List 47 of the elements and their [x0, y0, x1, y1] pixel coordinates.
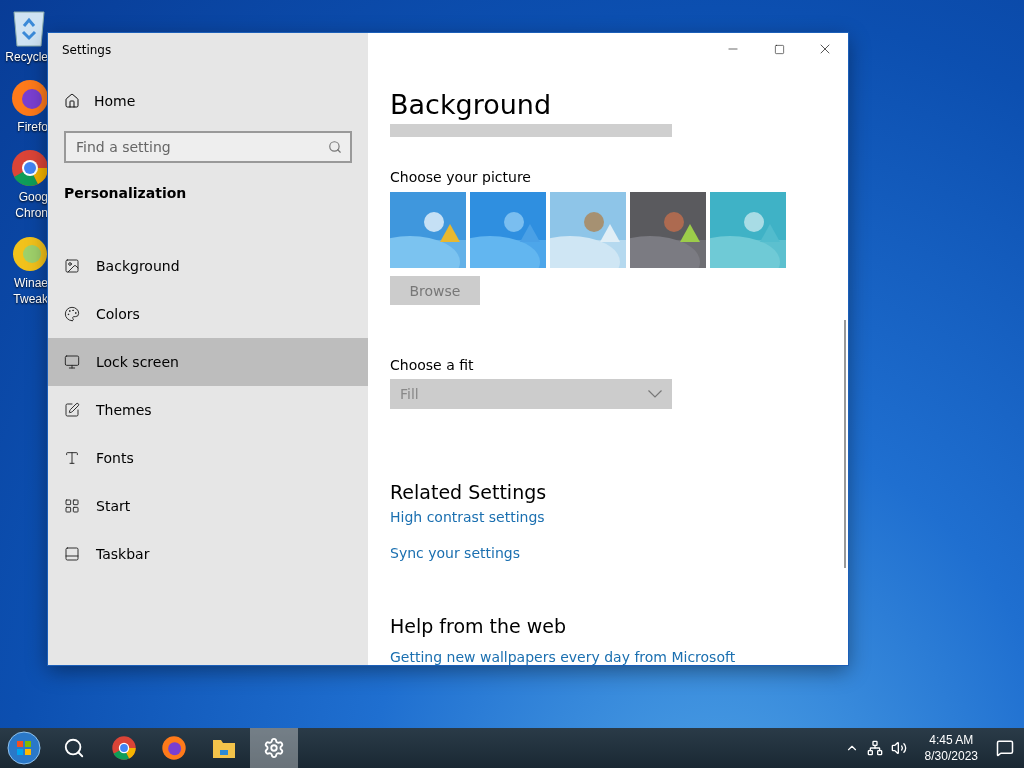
- notification-icon[interactable]: [996, 739, 1014, 757]
- desktop-icon-label[interactable]: Goog: [18, 190, 48, 204]
- desktop-icon-label[interactable]: Winae: [14, 276, 48, 290]
- settings-link[interactable]: High contrast settings: [390, 509, 545, 525]
- field-label: Choose your picture: [390, 168, 532, 187]
- home-icon: [64, 93, 80, 109]
- search-icon: [63, 737, 85, 759]
- browser-icon: [111, 735, 137, 761]
- page-title: Background: [390, 89, 553, 121]
- section-heading: Help from the web: [390, 614, 568, 639]
- browser-icon: [161, 735, 187, 761]
- speaker-icon[interactable]: [890, 740, 907, 756]
- desktop-icon-label[interactable]: Chron: [15, 206, 48, 220]
- image-icon: [64, 258, 80, 274]
- field-label: Choose a fit: [390, 357, 475, 375]
- help-link[interactable]: Getting new wallpapers every day from Microsoft: [390, 649, 736, 665]
- sidebar-item[interactable]: Fonts: [48, 434, 368, 482]
- grid-icon: [64, 498, 80, 514]
- section-heading: Related Settings: [390, 480, 548, 505]
- section-heading: Personalization: [64, 185, 188, 203]
- monitor-icon: [64, 354, 80, 370]
- start-orb-icon: [7, 731, 41, 765]
- scrollbar[interactable]: [844, 320, 846, 568]
- network-icon[interactable]: [866, 740, 883, 756]
- home-link[interactable]: Home: [64, 89, 368, 113]
- desktop-icon-label[interactable]: Tweak: [13, 292, 48, 306]
- folder-icon: [212, 737, 236, 759]
- settings-link[interactable]: Sync your settings: [390, 545, 520, 561]
- sidebar-item[interactable]: Themes: [48, 386, 368, 434]
- maximize-icon: [773, 43, 785, 55]
- sidebar-item[interactable]: Colors: [48, 290, 368, 338]
- window-title: Settings: [62, 43, 113, 59]
- palette-icon: [64, 306, 80, 322]
- search-icon: [328, 140, 342, 154]
- settings-icon: [263, 737, 285, 759]
- desktop-icon-label[interactable]: Recycle: [5, 50, 48, 64]
- clock[interactable]: 4:45 AM 8/30/2023: [924, 732, 978, 764]
- sidebar-item[interactable]: Taskbar: [48, 530, 368, 578]
- font-icon: [64, 450, 80, 466]
- taskbar-icon: [64, 546, 80, 562]
- search-field[interactable]: Find a setting: [64, 131, 352, 163]
- sidebar-item[interactable]: Lock screen: [48, 338, 368, 386]
- sidebar-item[interactable]: Background: [48, 242, 368, 290]
- chevron-down-icon: [648, 390, 662, 399]
- sidebar-item[interactable]: Start: [48, 482, 368, 530]
- pen-icon: [64, 402, 80, 418]
- desktop-icon-label[interactable]: Firefo: [17, 120, 48, 134]
